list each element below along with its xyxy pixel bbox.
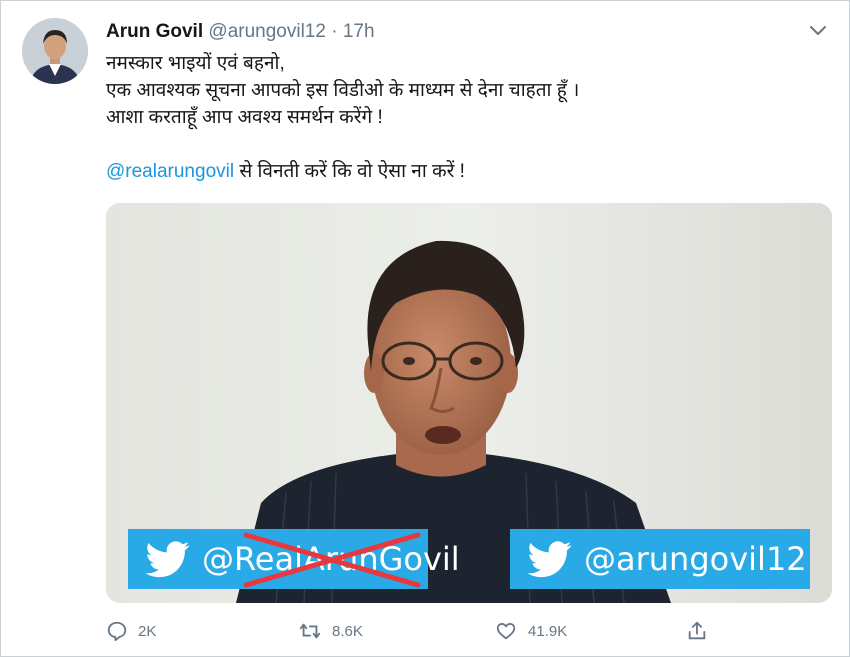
mention-link[interactable]: @realarungovil — [106, 161, 234, 182]
retweet-icon — [299, 623, 321, 639]
like-button[interactable]: 41.9K — [494, 620, 567, 642]
heart-icon — [496, 623, 516, 640]
separator-dot: · — [331, 21, 338, 42]
like-count: 41.9K — [528, 622, 568, 640]
twitter-bird-icon — [527, 541, 572, 578]
new-handle-text: @arungovil12 — [584, 540, 807, 578]
video-player[interactable]: @RealArunGovil @arungovil12 — [106, 203, 832, 603]
cross-out-icon — [243, 532, 421, 588]
tweet-line: नमस्कार भाइयों एवं बहनो, — [106, 53, 285, 74]
author-avatar[interactable] — [22, 18, 88, 84]
reply-count: 2K — [138, 622, 157, 640]
author-handle[interactable]: @arungovil12 — [208, 21, 326, 42]
retweet-button[interactable]: 8.6K — [298, 620, 363, 642]
tweet-timestamp[interactable]: 17h — [343, 21, 375, 42]
reply-icon — [107, 621, 127, 642]
chevron-down-icon[interactable] — [806, 18, 830, 42]
tweet-actions: 2K 8.6K 41.9K — [106, 620, 726, 648]
new-handle-banner: @arungovil12 — [510, 529, 810, 589]
share-button[interactable] — [686, 620, 708, 642]
line-spacer — [106, 131, 826, 158]
tweet-text: नमस्कार भाइयों एवं बहनो, एक आवश्यक सूचना… — [106, 50, 826, 185]
tweet-line: एक आवश्यक सूचना आपको इस विडीओ के माध्यम … — [106, 80, 580, 101]
reply-button[interactable]: 2K — [106, 620, 156, 642]
share-icon — [688, 621, 706, 640]
tweet-header: Arun Govil @arungovil12 · 17h — [106, 20, 375, 44]
author-name[interactable]: Arun Govil — [106, 21, 203, 42]
tweet-line: आशा करताहूँ आप अवश्य समर्थन करेंगे ! — [106, 107, 383, 128]
mention-suffix: से विनती करें कि वो ऐसा ना करें ! — [234, 161, 465, 182]
retweet-count: 8.6K — [332, 622, 363, 640]
tweet-line-mention: @realarungovil से विनती करें कि वो ऐसा न… — [106, 158, 826, 185]
